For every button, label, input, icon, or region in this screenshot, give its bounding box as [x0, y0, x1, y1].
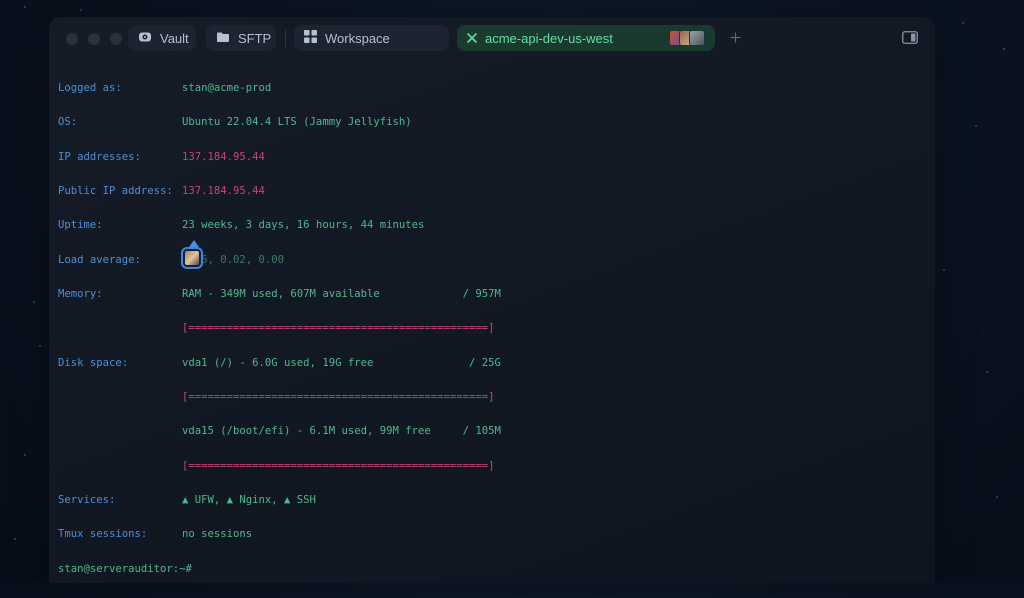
maximize-window-button[interactable]	[110, 33, 122, 45]
public-ip-label: Public IP address:	[58, 184, 173, 197]
disk2-row: vda15 (/boot/efi) - 6.1M used, 99M free …	[58, 425, 501, 438]
window-controls	[66, 33, 122, 45]
disk2-bar: [=======================================…	[182, 459, 495, 472]
disk1-bar: [=======================================…	[182, 391, 495, 403]
disk2-value: vda15 (/boot/efi) - 6.1M used, 99M free …	[182, 425, 501, 438]
panel-toggle-icon	[902, 31, 918, 48]
tab-active-session[interactable]: acme-api-dev-us-west	[457, 25, 715, 51]
cursor-pointer-icon	[189, 240, 199, 247]
info-row-load: Load average: 0.06, 0.02, 0.00	[58, 253, 501, 266]
info-row-ip: IP addresses: 137.184.95.44	[58, 150, 501, 163]
info-row-services: Services: ▲ UFW, ▲ Nginx, ▲ SSH	[58, 494, 501, 507]
collaborator-avatars	[669, 30, 705, 46]
tab-vault[interactable]: Vault	[128, 25, 196, 51]
panel-toggle-button[interactable]	[902, 31, 918, 49]
ip-label: IP addresses:	[58, 150, 141, 163]
collaborator-cursor	[181, 240, 203, 269]
uptime-label: Uptime:	[58, 219, 103, 232]
prompt-row: stan@serverauditor:~#	[58, 562, 501, 575]
services-value: ▲ UFW, ▲ Nginx, ▲ SSH	[182, 494, 316, 507]
terminal-window: Vault SFTP Workspace acme-api-dev-us-wes…	[49, 17, 935, 583]
disk2-bar-row: [=======================================…	[58, 459, 501, 472]
tab-sftp-label: SFTP	[238, 30, 272, 46]
memory-label: Memory:	[58, 287, 103, 300]
info-row-tmux: Tmux sessions: no sessions	[58, 528, 501, 541]
info-row-uptime: Uptime: 23 weeks, 3 days, 16 hours, 44 mi…	[58, 219, 501, 232]
minimize-window-button[interactable]	[88, 33, 100, 45]
tmux-label: Tmux sessions:	[58, 528, 148, 541]
memory-value: RAM - 349M used, 607M available / 957M	[182, 287, 501, 300]
tab-workspace-label: Workspace	[325, 30, 390, 46]
info-row-public-ip: Public IP address: 137.184.95.44	[58, 184, 501, 197]
collaborator-avatar	[181, 247, 203, 269]
tmux-value: no sessions	[182, 528, 253, 541]
info-row-disk: Disk space: vda1 (/) - 6.0G used, 19G fre…	[58, 356, 501, 369]
memory-bar-row: [=======================================…	[58, 322, 501, 335]
plus-icon	[730, 28, 741, 47]
close-icon[interactable]	[467, 31, 477, 46]
avatar	[689, 30, 705, 46]
logged-label: Logged as:	[58, 81, 122, 94]
public-ip-value: 137.184.95.44	[182, 184, 265, 197]
tab-active-label: acme-api-dev-us-west	[485, 30, 613, 46]
uptime-value: 23 weeks, 3 days, 16 hours, 44 minutes	[182, 219, 425, 232]
ip-value: 137.184.95.44	[182, 150, 265, 163]
services-label: Services:	[58, 494, 116, 507]
folder-icon	[216, 31, 230, 46]
os-label: OS:	[58, 116, 78, 129]
info-row-memory: Memory: RAM - 349M used, 607M available /…	[58, 287, 501, 300]
terminal-output[interactable]: Logged as: stan@acme-prod OS: Ubuntu 22.04…	[58, 60, 501, 598]
disk1-bar-row: [=======================================…	[58, 391, 501, 403]
tab-divider	[285, 30, 286, 47]
tab-sftp[interactable]: SFTP	[206, 25, 276, 51]
info-row-logged: Logged as: stan@acme-prod	[58, 81, 501, 94]
tab-vault-label: Vault	[160, 30, 189, 46]
logged-value: stan@acme-prod	[182, 81, 272, 94]
load-label: Load average:	[58, 253, 141, 266]
memory-bar: [=======================================…	[182, 322, 495, 335]
new-tab-button[interactable]	[730, 29, 741, 46]
shell-prompt: stan@serverauditor:~#	[58, 562, 192, 575]
close-window-button[interactable]	[66, 33, 78, 45]
disk-label: Disk space:	[58, 356, 129, 369]
os-value: Ubuntu 22.04.4 LTS (Jammy Jellyfish)	[182, 116, 412, 129]
info-row-os: OS: Ubuntu 22.04.4 LTS (Jammy Jellyfish)	[58, 116, 501, 129]
disk1-value: vda1 (/) - 6.0G used, 19G free / 25G	[182, 356, 501, 369]
grid-icon	[304, 30, 317, 46]
tab-workspace[interactable]: Workspace	[294, 25, 449, 51]
vault-icon	[138, 30, 152, 47]
